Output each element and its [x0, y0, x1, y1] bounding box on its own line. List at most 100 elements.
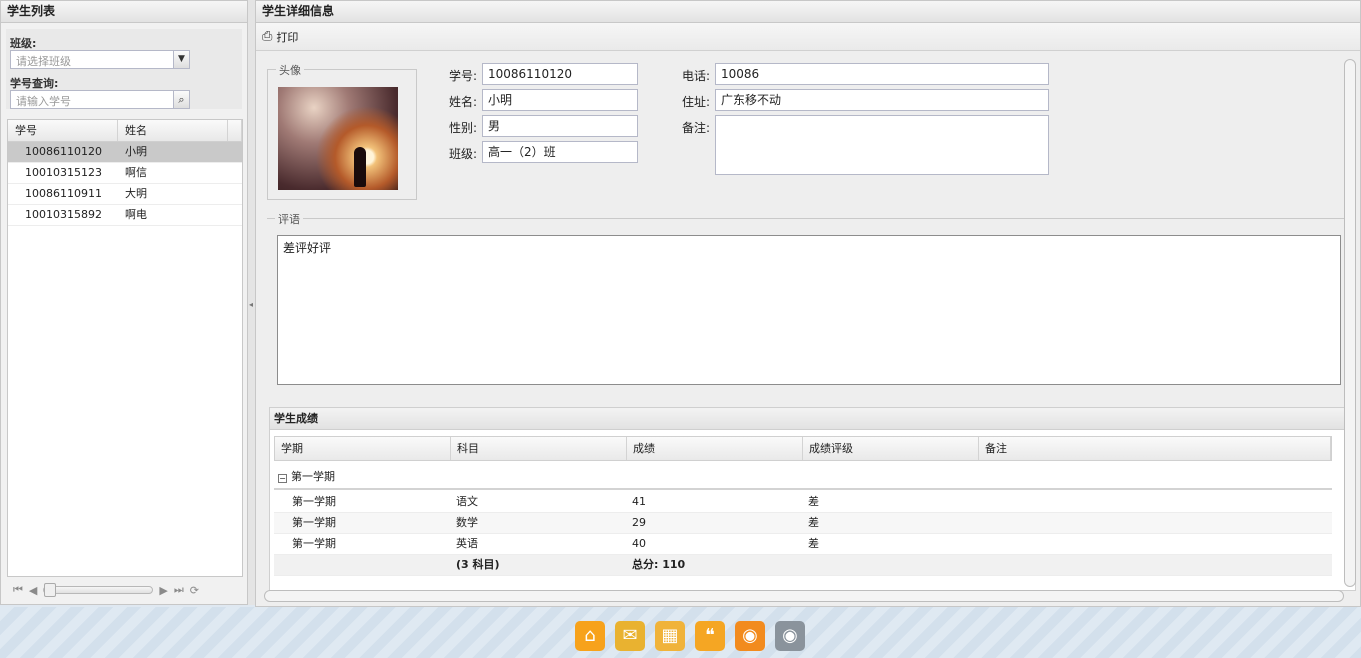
cell-id: 10010315123: [25, 166, 102, 179]
cell-id: 10086110120: [25, 145, 102, 158]
comment-legend: 评语: [275, 211, 303, 227]
detail-toolbar: ⎙ 打印: [256, 23, 1360, 51]
query-label: 学号查询:: [10, 77, 59, 90]
table-row[interactable]: 10086110911 大明: [8, 184, 242, 205]
student-list-title: 学生列表: [1, 1, 247, 23]
vertical-scrollbar[interactable]: [1344, 59, 1356, 587]
collapse-group-icon[interactable]: −: [278, 474, 287, 483]
cell-subject: 语文: [456, 495, 478, 508]
name-label: 姓名:: [448, 95, 477, 109]
cell-score: 29: [632, 516, 646, 529]
mail-icon[interactable]: ✉: [615, 621, 645, 651]
col-subject[interactable]: 科目: [451, 437, 627, 460]
cell-term: 第一学期: [292, 537, 336, 550]
gender-field[interactable]: 男: [482, 115, 638, 137]
search-placeholder: 请输入学号: [16, 95, 71, 108]
id-label: 学号:: [448, 69, 477, 83]
group-row[interactable]: − 第一学期: [274, 466, 1332, 490]
summary-total-score: 总分: 110: [632, 558, 686, 571]
col-student-name[interactable]: 姓名: [118, 120, 228, 141]
prev-page-icon[interactable]: ◀: [29, 584, 37, 597]
table-row[interactable]: 第一学期 英语 40 差: [274, 534, 1332, 555]
photo-fieldset: 头像: [267, 62, 417, 200]
note-field[interactable]: [715, 115, 1049, 175]
cell-name: 啊信: [125, 166, 147, 179]
scores-title: 学生成绩: [270, 408, 1355, 430]
group-label: 第一学期: [291, 470, 335, 483]
calendar-icon[interactable]: ▦: [655, 621, 685, 651]
student-detail-title: 学生详细信息: [256, 1, 1360, 23]
student-list-panel: 学生列表 班级: 请选择班级 ▼ 学号查询: 请输入学号 ⌕ 学号 姓名 100…: [0, 0, 248, 605]
class-field-label: 班级:: [448, 147, 477, 161]
cell-name: 大明: [125, 187, 147, 200]
summary-subject-count: (3 科目): [456, 558, 500, 571]
filter-area: 班级: 请选择班级 ▼ 学号查询: 请输入学号 ⌕: [6, 29, 242, 109]
cell-grade: 差: [808, 516, 819, 529]
next-page-icon[interactable]: ▶: [159, 584, 167, 597]
table-row[interactable]: 10010315892 啊电: [8, 205, 242, 226]
refresh-icon[interactable]: ⟳: [190, 584, 199, 597]
student-id-field[interactable]: 10086110120: [482, 63, 638, 85]
page-slider[interactable]: [43, 583, 154, 597]
scores-panel: 学生成绩 学期 科目 成绩 成绩评级 备注 − 第一学期 第一学期 语文 41 差…: [269, 407, 1356, 591]
cell-empty: [274, 555, 450, 575]
student-photo: [278, 87, 398, 190]
last-page-icon[interactable]: ⏭: [174, 583, 184, 597]
class-field[interactable]: 高一（2）班: [482, 141, 638, 163]
collapse-icon[interactable]: ◂: [249, 300, 253, 309]
col-student-id[interactable]: 学号: [8, 120, 118, 141]
cell-id: 10086110911: [25, 187, 102, 200]
cell-name: 小明: [125, 145, 147, 158]
cell-score: 41: [632, 495, 646, 508]
student-id-search-input[interactable]: 请输入学号 ⌕: [10, 90, 190, 109]
col-term[interactable]: 学期: [275, 437, 451, 460]
col-filler: [228, 120, 242, 141]
scores-grid-header: 学期 科目 成绩 成绩评级 备注: [274, 436, 1332, 461]
pager-toolbar: ⏮ ◀ ▶ ⏭ ⟳: [7, 579, 243, 601]
table-row[interactable]: 第一学期 数学 29 差: [274, 513, 1332, 534]
cell-term: 第一学期: [292, 495, 336, 508]
cell-subject: 数学: [456, 516, 478, 529]
chat-icon[interactable]: ❝: [695, 621, 725, 651]
col-grade[interactable]: 成绩评级: [803, 437, 979, 460]
comment-textarea[interactable]: 差评好评: [277, 235, 1341, 385]
photo-legend: 头像: [276, 62, 304, 78]
chevron-down-icon[interactable]: ▼: [173, 50, 190, 69]
rss-gray-icon[interactable]: ◉: [775, 621, 805, 651]
home-icon[interactable]: ⌂: [575, 621, 605, 651]
col-note[interactable]: 备注: [979, 437, 1331, 460]
address-field[interactable]: 广东移不动: [715, 89, 1049, 111]
bottom-dock: ⌂ ✉ ▦ ❝ ◉ ◉: [0, 607, 1361, 658]
page-slider-thumb[interactable]: [44, 583, 57, 597]
printer-icon: ⎙: [262, 29, 273, 44]
cell-note: [978, 513, 1154, 533]
student-grid-header: 学号 姓名: [8, 120, 242, 142]
student-detail-panel: 学生详细信息 ⎙ 打印 头像 学号: 10086110120 姓名: 小明 性别…: [255, 0, 1361, 607]
phone-field[interactable]: 10086: [715, 63, 1049, 85]
cell-id: 10010315892: [25, 208, 102, 221]
summary-row: (3 科目) 总分: 110: [274, 555, 1332, 576]
table-row[interactable]: 10086110120 小明: [8, 142, 242, 163]
cell-note: [978, 492, 1154, 512]
cell-score: 40: [632, 537, 646, 550]
search-icon[interactable]: ⌕: [173, 90, 190, 109]
print-label: 打印: [276, 30, 299, 44]
table-row[interactable]: 第一学期 语文 41 差: [274, 492, 1332, 513]
gender-label: 性别:: [448, 121, 477, 135]
class-select-placeholder: 请选择班级: [16, 55, 71, 68]
first-page-icon[interactable]: ⏮: [13, 583, 23, 597]
cell-term: 第一学期: [292, 516, 336, 529]
rss-icon[interactable]: ◉: [735, 621, 765, 651]
cell-name: 啊电: [125, 208, 147, 221]
table-row[interactable]: 10010315123 啊信: [8, 163, 242, 184]
student-name-field[interactable]: 小明: [482, 89, 638, 111]
cell-grade: 差: [808, 537, 819, 550]
cell-subject: 英语: [456, 537, 478, 550]
horizontal-scrollbar[interactable]: [264, 590, 1344, 602]
phone-label: 电话:: [681, 69, 710, 83]
cell-grade: 差: [808, 495, 819, 508]
class-select[interactable]: 请选择班级 ▼: [10, 50, 190, 69]
col-score[interactable]: 成绩: [627, 437, 803, 460]
print-button[interactable]: ⎙ 打印: [262, 29, 298, 45]
class-label: 班级:: [10, 37, 37, 50]
